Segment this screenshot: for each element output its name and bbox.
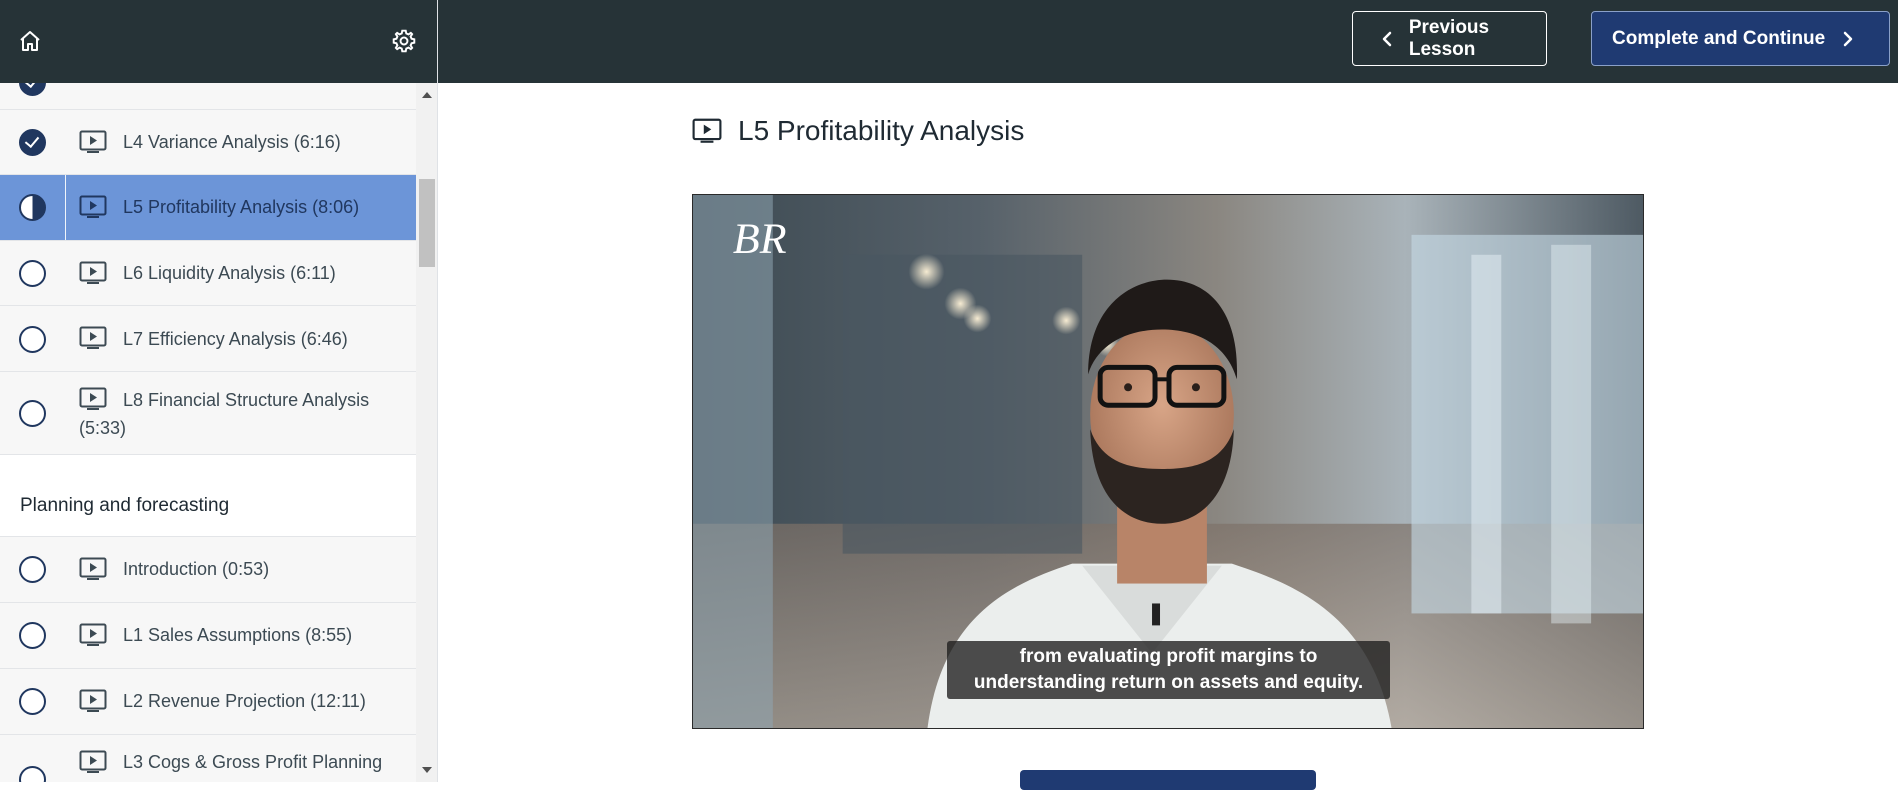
home-icon[interactable] bbox=[13, 24, 47, 58]
lesson-item[interactable]: L6 Liquidity Analysis (6:11) bbox=[0, 241, 416, 306]
lesson-item[interactable]: L2 Revenue Projection (12:11) bbox=[0, 669, 416, 735]
lesson-title: L3 Cogs & Gross Profit Planning bbox=[123, 752, 383, 772]
not-started-status-icon bbox=[19, 688, 46, 715]
in-progress-status-icon bbox=[19, 194, 46, 221]
gear-icon[interactable] bbox=[387, 24, 421, 58]
caption-line: understanding return on assets and equit… bbox=[973, 672, 1364, 693]
lesson-title-heading: L5 Profitability Analysis bbox=[738, 115, 1025, 146]
caption-line: from evaluating profit margins to bbox=[1019, 646, 1318, 667]
video-icon bbox=[79, 750, 107, 773]
lesson-item[interactable]: L8 Financial Structure Analysis (5:33) bbox=[0, 372, 416, 455]
lesson-title: L2 Revenue Projection (12:11) bbox=[123, 691, 366, 711]
not-started-status-icon bbox=[19, 260, 46, 287]
lesson-title: L8 Financial Structure Analysis (5:33) bbox=[79, 390, 370, 438]
lesson-title: L5 Profitability Analysis (8:06) bbox=[123, 197, 360, 217]
section-title: Planning and forecasting bbox=[20, 495, 230, 516]
chevron-right-icon bbox=[1837, 28, 1859, 50]
bottom-action-button[interactable] bbox=[1020, 770, 1316, 790]
sidebar: L4 Variance Analysis (6:16) L5 Profitabi… bbox=[0, 0, 438, 782]
lesson-item[interactable]: L4 Variance Analysis (6:16) bbox=[0, 110, 416, 175]
previous-lesson-button[interactable]: Previous Lesson bbox=[1352, 11, 1547, 66]
scrollbar-thumb[interactable] bbox=[419, 179, 435, 267]
not-started-status-icon bbox=[19, 556, 46, 583]
chevron-left-icon bbox=[1377, 28, 1397, 50]
lesson-title: L6 Liquidity Analysis (6:11) bbox=[123, 263, 336, 283]
complete-status-icon bbox=[19, 83, 46, 96]
previous-lesson-label: Previous Lesson bbox=[1408, 16, 1490, 60]
lesson-item[interactable] bbox=[0, 83, 416, 110]
not-started-status-icon bbox=[19, 622, 46, 649]
complete-and-continue-label: Complete and Continue bbox=[1612, 27, 1826, 49]
lesson-item-active[interactable]: L5 Profitability Analysis (8:06) bbox=[0, 175, 416, 241]
scroll-down-arrow-icon[interactable] bbox=[422, 767, 432, 773]
lesson-title: Introduction (0:53) bbox=[123, 559, 270, 579]
not-started-status-icon bbox=[19, 326, 46, 353]
video-icon bbox=[79, 623, 107, 646]
sidebar-header bbox=[0, 0, 437, 83]
video-icon bbox=[692, 118, 722, 143]
video-caption: from evaluating profit margins to unders… bbox=[947, 641, 1390, 699]
lesson-title: L4 Variance Analysis (6:16) bbox=[123, 132, 341, 152]
not-started-status-icon bbox=[19, 766, 46, 782]
video-icon bbox=[79, 689, 107, 712]
not-started-status-icon bbox=[19, 400, 46, 427]
lesson-item[interactable]: L7 Efficiency Analysis (6:46) bbox=[0, 306, 416, 372]
lesson-list[interactable]: L4 Variance Analysis (6:16) L5 Profitabi… bbox=[0, 83, 416, 782]
sidebar-scrollbar[interactable] bbox=[416, 83, 437, 782]
video-icon bbox=[79, 195, 107, 218]
video-icon bbox=[79, 130, 107, 153]
section-header: Planning and forecasting bbox=[0, 455, 416, 537]
lesson-heading: L5 Profitability Analysis bbox=[692, 115, 1024, 147]
top-bar: Previous Lesson Complete and Continue bbox=[438, 0, 1898, 83]
scroll-up-arrow-icon[interactable] bbox=[422, 92, 432, 98]
lesson-title: L1 Sales Assumptions (8:55) bbox=[123, 625, 353, 645]
brand-logo: BR bbox=[733, 215, 787, 263]
lesson-item[interactable]: L1 Sales Assumptions (8:55) bbox=[0, 603, 416, 669]
lesson-title: L7 Efficiency Analysis (6:46) bbox=[123, 329, 348, 349]
video-icon bbox=[79, 557, 107, 580]
complete-status-icon bbox=[19, 129, 46, 156]
complete-and-continue-button[interactable]: Complete and Continue bbox=[1591, 11, 1890, 66]
video-icon bbox=[79, 261, 107, 284]
video-icon bbox=[79, 326, 107, 349]
divider bbox=[65, 175, 66, 240]
video-player[interactable]: BR from evaluating profit margins to und… bbox=[692, 194, 1644, 729]
lesson-item[interactable]: Introduction (0:53) bbox=[0, 537, 416, 603]
lesson-item[interactable]: L3 Cogs & Gross Profit Planning bbox=[0, 735, 416, 782]
